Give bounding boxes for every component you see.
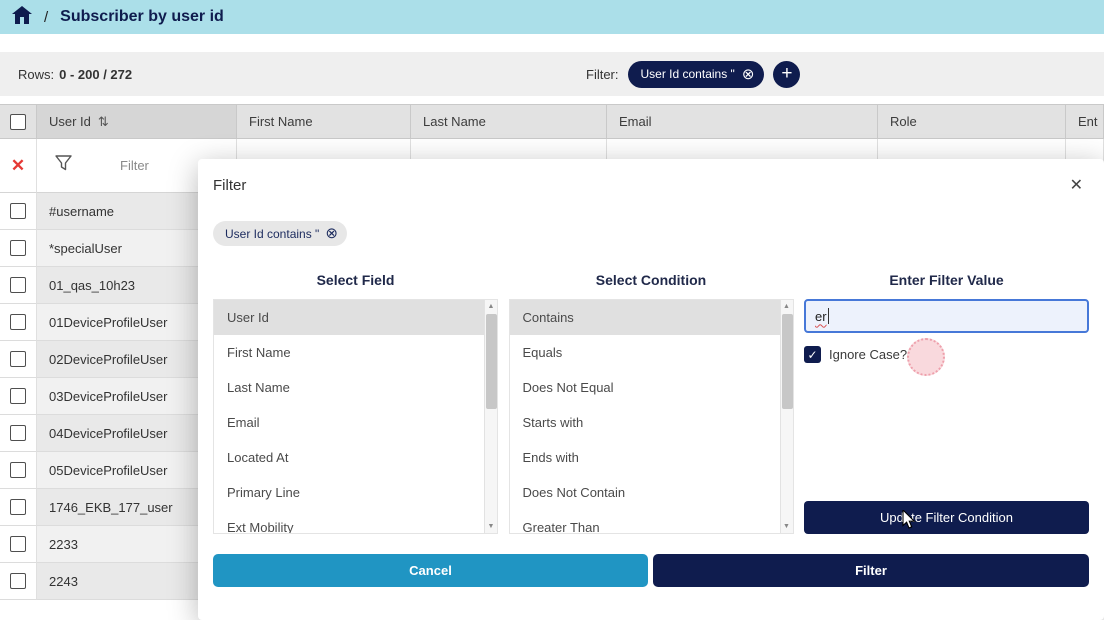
top-header-bar: / Subscriber by user id xyxy=(0,0,1104,34)
column-filter-input[interactable]: Filter xyxy=(120,158,149,173)
row-checkbox-cell xyxy=(0,193,37,230)
ignore-case-row: ✓ Ignore Case? xyxy=(804,346,1089,363)
sort-icon[interactable]: ⇅ xyxy=(98,114,109,130)
close-icon[interactable]: ✕ xyxy=(1070,175,1083,195)
text-caret xyxy=(828,308,829,324)
row-checkbox[interactable] xyxy=(10,536,26,552)
row-checkbox[interactable] xyxy=(10,462,26,478)
row-checkbox-cell xyxy=(0,563,37,600)
row-checkbox[interactable] xyxy=(10,240,26,256)
check-icon: ✓ xyxy=(807,348,817,362)
condition-option[interactable]: Greater Than xyxy=(510,510,793,534)
condition-option[interactable]: Contains xyxy=(510,300,793,335)
rows-count-value: 0 - 200 / 272 xyxy=(59,67,132,82)
row-checkbox[interactable] xyxy=(10,203,26,219)
field-scrollbar[interactable]: ▲ ▼ xyxy=(484,300,497,533)
scrollbar-thumb[interactable] xyxy=(782,314,793,409)
field-option[interactable]: User Id xyxy=(214,300,497,335)
active-filter-chip-text: User Id contains " xyxy=(641,67,735,81)
column-header-first-name[interactable]: First Name xyxy=(237,104,411,139)
select-condition-header: Select Condition xyxy=(509,272,794,288)
remove-filter-icon[interactable]: ⊗ xyxy=(742,67,755,82)
row-checkbox[interactable] xyxy=(10,388,26,404)
scroll-up-icon[interactable]: ▲ xyxy=(485,300,497,313)
click-indicator xyxy=(907,338,945,376)
field-option[interactable]: Ext Mobility xyxy=(214,510,497,534)
scrollbar-thumb[interactable] xyxy=(486,314,497,409)
modal-title: Filter xyxy=(213,177,246,194)
column-header-enterprise[interactable]: Ent xyxy=(1066,104,1104,139)
column-header-last-name[interactable]: Last Name xyxy=(411,104,607,139)
column-header-email[interactable]: Email xyxy=(607,104,878,139)
row-checkbox[interactable] xyxy=(10,573,26,589)
scroll-down-icon[interactable]: ▼ xyxy=(781,520,793,533)
row-checkbox-cell xyxy=(0,452,37,489)
condition-option[interactable]: Starts with xyxy=(510,405,793,440)
row-checkbox[interactable] xyxy=(10,425,26,441)
scroll-up-icon[interactable]: ▲ xyxy=(781,300,793,313)
select-field-header: Select Field xyxy=(213,272,498,288)
clear-filter-cell: ✕ xyxy=(0,139,37,193)
column-header-user-id-label: User Id xyxy=(49,114,91,129)
filter-value-column: Enter Filter Value er ✓ Ignore Case? Upd… xyxy=(804,272,1089,534)
column-header-role[interactable]: Role xyxy=(878,104,1066,139)
filter-modal: Filter ✕ User Id contains " ⊗ Select Fie… xyxy=(198,159,1104,620)
update-filter-condition-button[interactable]: Update Filter Condition xyxy=(804,501,1089,534)
field-option[interactable]: Email xyxy=(214,405,497,440)
cancel-button[interactable]: Cancel xyxy=(213,554,648,587)
row-checkbox-cell xyxy=(0,230,37,267)
condition-listbox: Contains Equals Does Not Equal Starts wi… xyxy=(509,299,794,534)
filter-value-header: Enter Filter Value xyxy=(804,272,1089,288)
active-filter-chip[interactable]: User Id contains " ⊗ xyxy=(628,61,765,88)
field-option[interactable]: Last Name xyxy=(214,370,497,405)
condition-scrollbar[interactable]: ▲ ▼ xyxy=(780,300,793,533)
add-filter-button[interactable]: + xyxy=(773,61,800,88)
toolbar: Rows: 0 - 200 / 272 Filter: User Id cont… xyxy=(0,52,1104,96)
condition-option[interactable]: Ends with xyxy=(510,440,793,475)
modal-filter-chip-text: User Id contains " xyxy=(225,227,319,241)
row-checkbox[interactable] xyxy=(10,277,26,293)
row-checkbox[interactable] xyxy=(10,351,26,367)
field-option[interactable]: Primary Line xyxy=(214,475,497,510)
row-checkbox[interactable] xyxy=(10,499,26,515)
ignore-case-label: Ignore Case? xyxy=(829,347,907,362)
select-condition-column: Select Condition Contains Equals Does No… xyxy=(509,272,794,534)
row-checkbox-cell xyxy=(0,267,37,304)
funnel-icon[interactable] xyxy=(55,155,72,176)
scroll-down-icon[interactable]: ▼ xyxy=(485,520,497,533)
row-checkbox-cell xyxy=(0,341,37,378)
table-header-row: User Id ⇅ First Name Last Name Email Rol… xyxy=(0,104,1104,139)
filter-value-text: er xyxy=(815,309,827,324)
breadcrumb-separator: / xyxy=(44,9,48,26)
field-listbox: User Id First Name Last Name Email Locat… xyxy=(213,299,498,534)
condition-option[interactable]: Does Not Contain xyxy=(510,475,793,510)
row-checkbox-cell xyxy=(0,489,37,526)
field-option[interactable]: First Name xyxy=(214,335,497,370)
condition-option[interactable]: Equals xyxy=(510,335,793,370)
modal-filter-chip[interactable]: User Id contains " ⊗ xyxy=(213,221,347,246)
select-all-cell xyxy=(0,104,37,139)
row-checkbox-cell xyxy=(0,526,37,563)
row-checkbox-cell xyxy=(0,304,37,341)
ignore-case-checkbox[interactable]: ✓ xyxy=(804,346,821,363)
clear-filter-icon[interactable]: ✕ xyxy=(11,156,25,176)
filter-button[interactable]: Filter xyxy=(653,554,1089,587)
row-checkbox-cell xyxy=(0,378,37,415)
field-option[interactable]: Located At xyxy=(214,440,497,475)
rows-count-label: Rows: xyxy=(18,67,54,82)
condition-option[interactable]: Does Not Equal xyxy=(510,370,793,405)
filter-value-input[interactable]: er xyxy=(804,299,1089,333)
row-checkbox-cell xyxy=(0,415,37,452)
select-all-checkbox[interactable] xyxy=(10,114,26,130)
select-field-column: Select Field User Id First Name Last Nam… xyxy=(213,272,498,534)
active-filter-area: Filter: User Id contains " ⊗ + xyxy=(586,52,800,96)
filter-label: Filter: xyxy=(586,67,619,82)
page-title: Subscriber by user id xyxy=(60,8,224,26)
row-checkbox[interactable] xyxy=(10,314,26,330)
remove-chip-icon[interactable]: ⊗ xyxy=(325,226,338,241)
column-header-user-id[interactable]: User Id ⇅ xyxy=(37,104,237,139)
home-icon[interactable] xyxy=(12,6,32,29)
